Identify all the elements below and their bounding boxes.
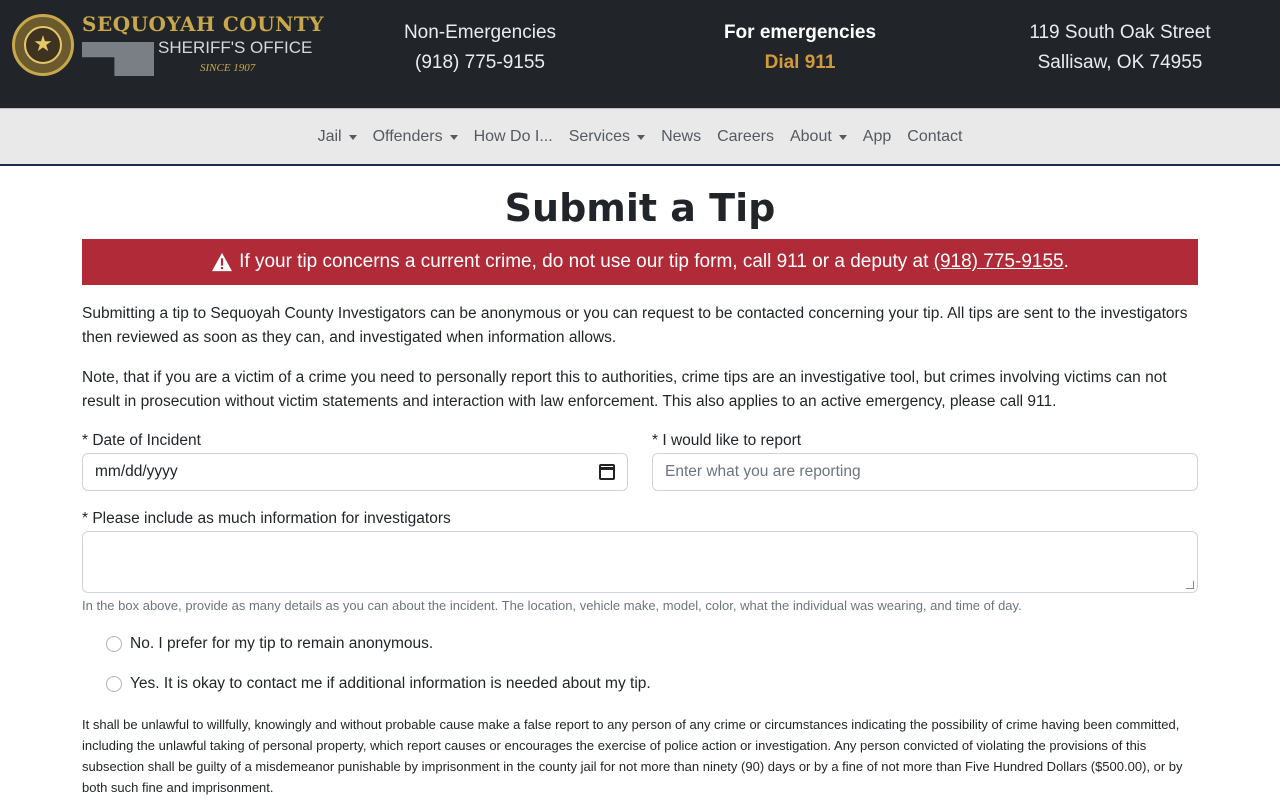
contact-option[interactable]: Yes. It is okay to contact me if additio… (106, 675, 651, 693)
non-emergency-contact: Non-Emergencies (918) 775-9155 (380, 18, 580, 78)
nav-item-label: Offenders (372, 128, 443, 145)
calendar-icon[interactable] (599, 464, 615, 480)
nav-item-label: App (862, 128, 892, 145)
false-report-legal-notice: It shall be unlawful to willfully, knowi… (82, 717, 1183, 795)
sheriff-seal-icon: ★ (12, 14, 74, 76)
warning-alert: If your tip concerns a current crime, do… (82, 239, 1198, 285)
warning-triangle-icon (212, 252, 233, 272)
nav-item-jail[interactable]: Jail (310, 128, 365, 146)
nav-item-label: Careers (717, 128, 774, 145)
office-address: 119 South Oak Street Sallisaw, OK 74955 (1010, 18, 1230, 78)
nav-item-contact[interactable]: Contact (899, 128, 970, 146)
caret-down-icon (637, 134, 646, 140)
nav-item-careers[interactable]: Careers (709, 128, 782, 146)
alert-end: . (1063, 251, 1069, 272)
caret-down-icon (838, 134, 847, 140)
address-line-2: Sallisaw, OK 74955 (1037, 52, 1203, 73)
site-header: ★ SEQUOYAH COUNTY SHERIFF'S OFFICE SINCE… (0, 0, 1280, 108)
nav-item-about[interactable]: About (782, 128, 855, 146)
alert-text: If your tip concerns a current crime, do… (239, 251, 929, 272)
nav-item-how-do-i[interactable]: How Do I... (466, 128, 561, 146)
anonymous-radio-label[interactable]: No. I prefer for my tip to remain anonym… (130, 635, 433, 653)
date-of-incident-label: * Date of Incident (82, 432, 201, 449)
resize-handle-icon[interactable] (1186, 581, 1194, 589)
caret-down-icon (449, 134, 458, 140)
nav-item-label: About (789, 128, 832, 145)
intro-paragraph: Submitting a tip to Sequoyah County Inve… (82, 305, 1188, 346)
report-type-label: * I would like to report (652, 432, 802, 449)
victim-note-paragraph: Note, that if you are a victim of a crim… (82, 369, 1167, 410)
emergency-label: For emergencies (723, 22, 877, 43)
report-type-input[interactable]: Enter what you are reporting (652, 453, 1198, 491)
details-label: * Please include as much information for… (82, 510, 451, 527)
address-line-1: 119 South Oak Street (1029, 22, 1211, 43)
contact-radio[interactable] (106, 676, 122, 692)
caret-down-icon (348, 134, 357, 140)
nav-item-offenders[interactable]: Offenders (365, 128, 466, 146)
site-logo[interactable]: ★ SEQUOYAH COUNTY SHERIFF'S OFFICE SINCE… (12, 12, 324, 78)
county-map-icon (82, 42, 154, 76)
date-of-incident-input[interactable]: mm/dd/yyyy (82, 453, 628, 491)
logo-subtitle: SHERIFF'S OFFICE (158, 38, 313, 57)
date-input-value: mm/dd/yyyy (95, 463, 178, 480)
logo-since: SINCE 1907 (200, 62, 256, 74)
anonymous-radio[interactable] (106, 636, 122, 652)
deputy-phone-link[interactable]: (918) 775-9155 (934, 251, 1064, 273)
details-textarea[interactable] (82, 531, 1198, 593)
report-type-placeholder: Enter what you are reporting (665, 463, 861, 480)
nav-item-label: Jail (317, 128, 342, 145)
nav-menu: Jail Offenders How Do I... Services News Care… (0, 109, 1280, 165)
contact-radio-label[interactable]: Yes. It is okay to contact me if additio… (130, 675, 651, 693)
nav-item-label: Contact (907, 128, 963, 145)
nav-item-label: News (661, 128, 702, 145)
nav-item-label: Services (568, 128, 631, 145)
anonymous-option[interactable]: No. I prefer for my tip to remain anonym… (106, 635, 433, 653)
nav-item-news[interactable]: News (653, 128, 709, 146)
details-help-text: In the box above, provide as many detail… (82, 598, 1022, 613)
page-title: Submit a Tip (504, 186, 776, 230)
main-navbar: Jail Offenders How Do I... Services News Care… (0, 108, 1280, 166)
nav-item-app[interactable]: App (855, 128, 899, 146)
non-emergency-label: Non-Emergencies (403, 22, 557, 43)
non-emergency-phone[interactable]: (918) 775-9155 (380, 48, 580, 78)
nav-item-label: How Do I... (473, 128, 553, 145)
emergency-dial: Dial 911 (764, 52, 836, 73)
nav-item-services[interactable]: Services (561, 128, 653, 146)
logo-title: SEQUOYAH COUNTY (82, 12, 325, 36)
emergency-contact: For emergencies Dial 911 (690, 18, 910, 78)
